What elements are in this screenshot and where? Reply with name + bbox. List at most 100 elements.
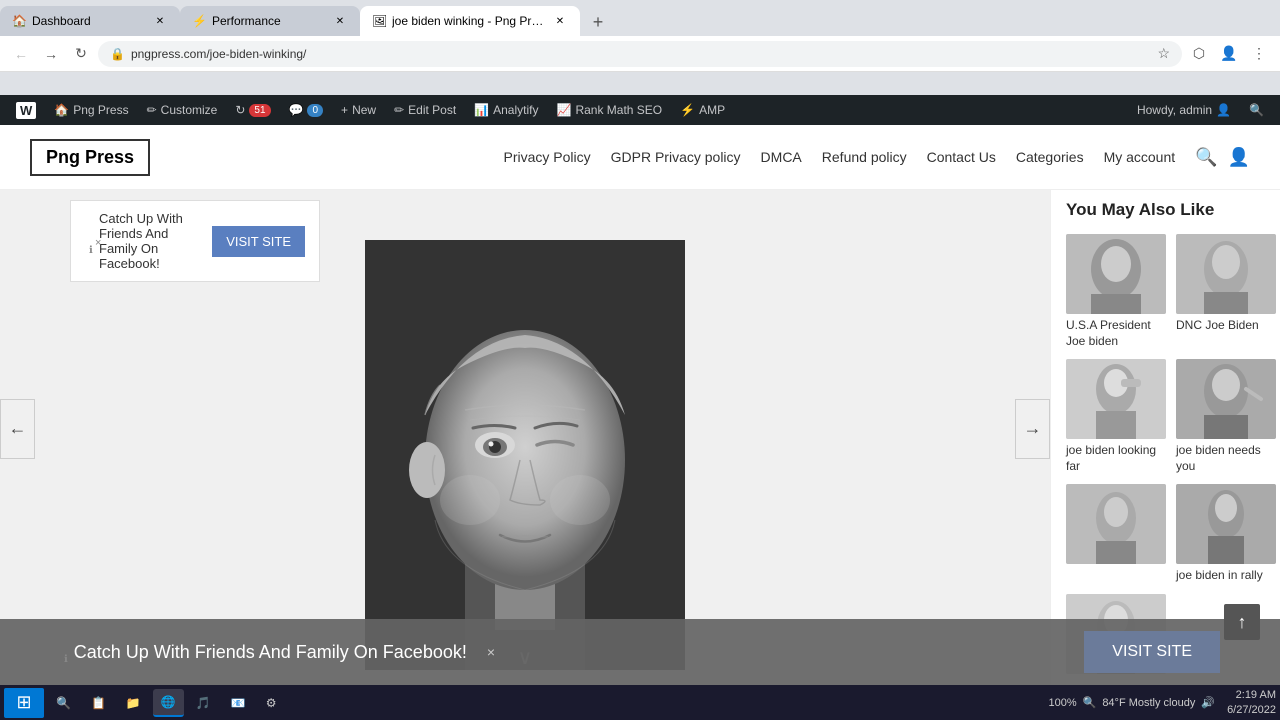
wp-search[interactable]: 🔍 [1241, 95, 1272, 125]
mail-icon: 📧 [231, 696, 246, 710]
nav-privacy[interactable]: Privacy Policy [503, 149, 590, 165]
site-logo[interactable]: Png Press [30, 139, 150, 176]
tab-current[interactable]: 🖼 joe biden winking - Png Press pr... ✕ [360, 6, 580, 36]
tab-performance[interactable]: ⚡ Performance ✕ [180, 6, 360, 36]
prev-arrow[interactable]: ← [0, 399, 35, 459]
customize-label: Customize [161, 103, 218, 117]
sidebar-item-5[interactable]: joe biden in rally [1176, 484, 1276, 584]
rank-math-icon: 📈 [556, 103, 571, 117]
start-button[interactable]: ⊞ [4, 688, 44, 718]
taskbar-media[interactable]: 🎵 [188, 689, 219, 717]
sidebar-title: You May Also Like [1066, 200, 1265, 220]
sidebar-img-4 [1066, 484, 1166, 564]
tab-favicon-current: 🖼 [372, 14, 386, 28]
back-to-top-button[interactable]: ↑ [1224, 604, 1260, 640]
new-label: New [352, 103, 376, 117]
taskbar-time-text: 2:19 AM [1227, 688, 1276, 702]
task-view-icon: 📋 [91, 696, 106, 710]
bottom-ad-close-icon[interactable]: × [487, 644, 495, 660]
ad-text: Catch Up With Friends And Family On Face… [99, 211, 198, 271]
sidebar-item-0[interactable]: U.S.A President Joe biden [1066, 234, 1166, 349]
sidebar-item-2[interactable]: joe biden looking far [1066, 359, 1166, 474]
sidebar-label-2: joe biden looking far [1066, 443, 1166, 474]
wp-new[interactable]: + New [333, 95, 384, 125]
header-account-icon[interactable]: 👤 [1228, 147, 1250, 168]
wp-rank-math[interactable]: 📈 Rank Math SEO [548, 95, 670, 125]
next-arrow-container: → [1015, 399, 1050, 459]
new-icon: + [341, 103, 348, 117]
sidebar-img-2 [1066, 359, 1166, 439]
next-arrow[interactable]: → [1015, 399, 1050, 459]
taskbar-search[interactable]: 🔍 [48, 689, 79, 717]
forward-button[interactable]: → [38, 41, 64, 67]
browser-icon: 🌐 [161, 695, 176, 709]
sidebar-img-1 [1176, 234, 1276, 314]
bottom-ad-info-icon[interactable]: ℹ [64, 654, 68, 665]
howdy-text: Howdy, admin [1137, 103, 1212, 117]
nav-dmca[interactable]: DMCA [761, 149, 802, 165]
main-image [365, 240, 685, 670]
analytify-label: Analytify [493, 103, 538, 117]
sidebar-label-0: U.S.A President Joe biden [1066, 318, 1166, 349]
nav-refund[interactable]: Refund policy [822, 149, 907, 165]
site-header-icons: 🔍 👤 [1195, 147, 1250, 168]
taskbar-date-text: 6/27/2022 [1227, 703, 1276, 717]
wp-logo[interactable]: W [8, 95, 44, 125]
wp-customize[interactable]: ✏ Customize [139, 95, 226, 125]
reload-button[interactable]: ↻ [68, 41, 94, 67]
extensions-icon[interactable]: ⬡ [1186, 41, 1212, 67]
new-tab-button[interactable]: + [584, 8, 612, 36]
profile-icon[interactable]: 👤 [1216, 41, 1242, 67]
site-nav: Privacy Policy GDPR Privacy policy DMCA … [503, 149, 1175, 165]
taskbar-task-view[interactable]: 📋 [83, 689, 114, 717]
tab-title-dashboard: Dashboard [32, 14, 146, 28]
wp-analytify[interactable]: 📊 Analytify [466, 95, 546, 125]
site-header: Png Press Privacy Policy GDPR Privacy po… [0, 125, 1280, 190]
nav-categories[interactable]: Categories [1016, 149, 1084, 165]
menu-icon[interactable]: ⋮ [1246, 41, 1272, 67]
taskbar-explorer[interactable]: 📁 [118, 689, 149, 717]
start-icon: ⊞ [16, 692, 31, 713]
ad-close-icon[interactable]: × [95, 237, 101, 249]
back-button[interactable]: ← [8, 41, 34, 67]
header-search-icon[interactable]: 🔍 [1195, 147, 1217, 168]
tab-favicon-performance: ⚡ [192, 14, 206, 28]
explorer-icon: 📁 [126, 696, 141, 710]
bottom-ad-visit-button[interactable]: VISIT SITE [1084, 631, 1220, 673]
tab-close-dashboard[interactable]: ✕ [152, 13, 168, 29]
settings-icon: ⚙ [266, 696, 277, 710]
ad-info-icon[interactable]: ℹ [89, 245, 93, 256]
rank-math-label: Rank Math SEO [575, 103, 662, 117]
bottom-ad-bar: ℹ Catch Up With Friends And Family On Fa… [0, 619, 1280, 685]
sidebar-label-5: joe biden in rally [1176, 568, 1276, 584]
sidebar-img-5 [1176, 484, 1276, 564]
lock-icon: 🔒 [110, 47, 125, 61]
tab-close-performance[interactable]: ✕ [332, 13, 348, 29]
wp-site-icon: 🏠 [54, 103, 69, 117]
wp-edit-post[interactable]: ✏ Edit Post [386, 95, 464, 125]
wp-comments[interactable]: 💬 0 [281, 95, 332, 125]
wp-updates[interactable]: ↻ 51 [227, 95, 278, 125]
sidebar-item-3[interactable]: joe biden needs you [1176, 359, 1276, 474]
sidebar-item-4[interactable] [1066, 484, 1166, 584]
nav-contact[interactable]: Contact Us [927, 149, 996, 165]
nav-gdpr[interactable]: GDPR Privacy policy [611, 149, 741, 165]
address-bar[interactable]: 🔒 pngpress.com/joe-biden-winking/ ☆ [98, 41, 1182, 67]
volume-icon[interactable]: 🔊 [1201, 696, 1215, 709]
media-icon: 🎵 [196, 696, 211, 710]
ad-visit-button[interactable]: VISIT SITE [212, 226, 305, 257]
taskbar-mail[interactable]: 📧 [223, 689, 254, 717]
bookmark-icon[interactable]: ☆ [1157, 45, 1170, 62]
sidebar-item-1[interactable]: DNC Joe Biden [1176, 234, 1276, 349]
comments-count: 0 [307, 104, 323, 117]
taskbar-browser[interactable]: 🌐 [153, 689, 184, 717]
taskbar-settings[interactable]: ⚙ [258, 689, 285, 717]
wp-admin-user[interactable]: Howdy, admin 👤 [1129, 95, 1239, 125]
nav-myaccount[interactable]: My account [1104, 149, 1176, 165]
tab-dashboard[interactable]: 🏠 Dashboard ✕ [0, 6, 180, 36]
wp-site-name[interactable]: 🏠 Png Press [46, 95, 136, 125]
updates-count: 51 [249, 104, 270, 117]
admin-avatar: 👤 [1216, 103, 1231, 117]
wp-amp[interactable]: ⚡ AMP [672, 95, 733, 125]
tab-close-current[interactable]: ✕ [552, 13, 568, 29]
